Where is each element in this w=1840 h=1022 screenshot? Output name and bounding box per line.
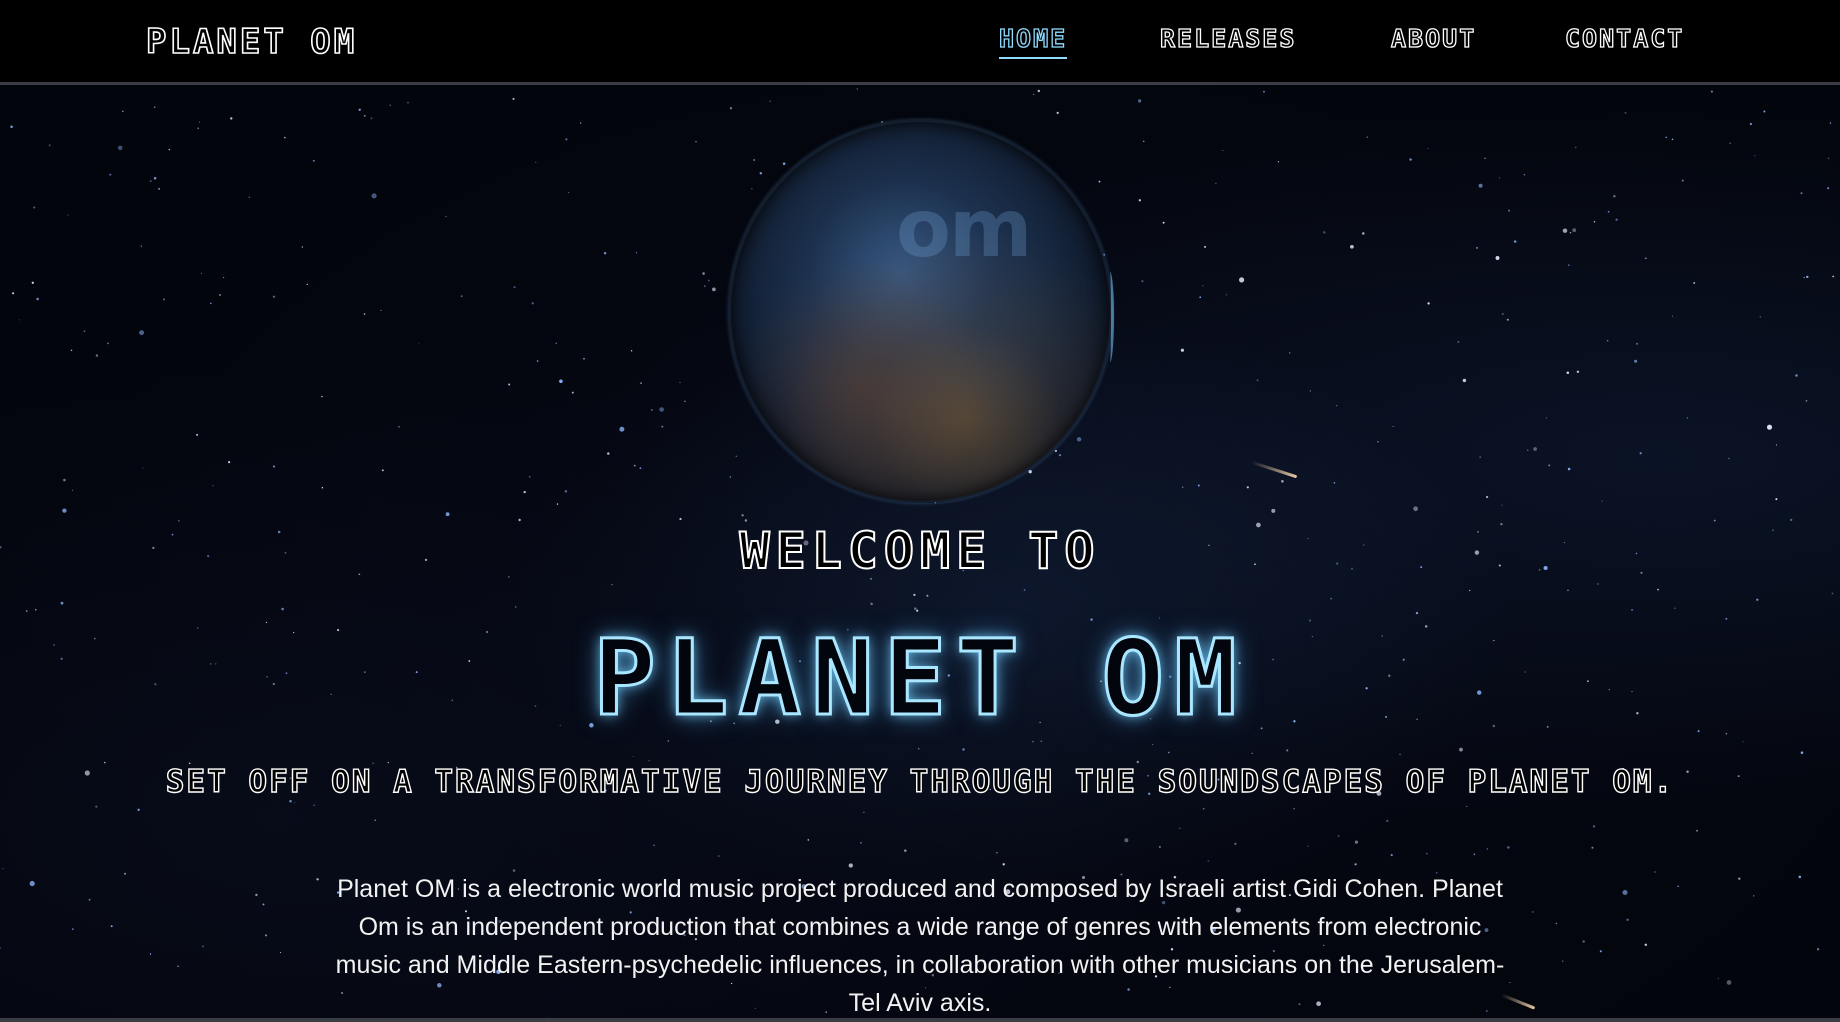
main-nav: HOME RELEASES ABOUT CONTACT — [0, 23, 1840, 64]
nav-home[interactable]: HOME — [998, 23, 1068, 59]
bottom-divider — [0, 1018, 1840, 1022]
site-header: PLANET OM HOME RELEASES ABOUT CONTACT — [0, 0, 1840, 85]
planet-om-label: om — [896, 182, 1032, 275]
planet-image: om — [729, 120, 1114, 503]
hero-tagline: SET OFF ON A TRANSFORMATIVE JOURNEY THRO… — [165, 763, 1675, 800]
page: PLANET OM HOME RELEASES ABOUT CONTACT om… — [0, 0, 1840, 1022]
meteor-decoration — [1250, 460, 1298, 479]
nav-releases[interactable]: RELEASES — [1159, 23, 1296, 53]
nav-contact[interactable]: CONTACT — [1564, 23, 1684, 53]
welcome-heading: WELCOME TO — [738, 521, 1101, 581]
nav-about[interactable]: ABOUT — [1390, 23, 1476, 53]
hero-title: PLANET OM — [592, 616, 1247, 741]
hero-description: Planet OM is a electronic world music pr… — [335, 875, 1505, 1017]
planet-rim-highlight — [1106, 272, 1114, 362]
